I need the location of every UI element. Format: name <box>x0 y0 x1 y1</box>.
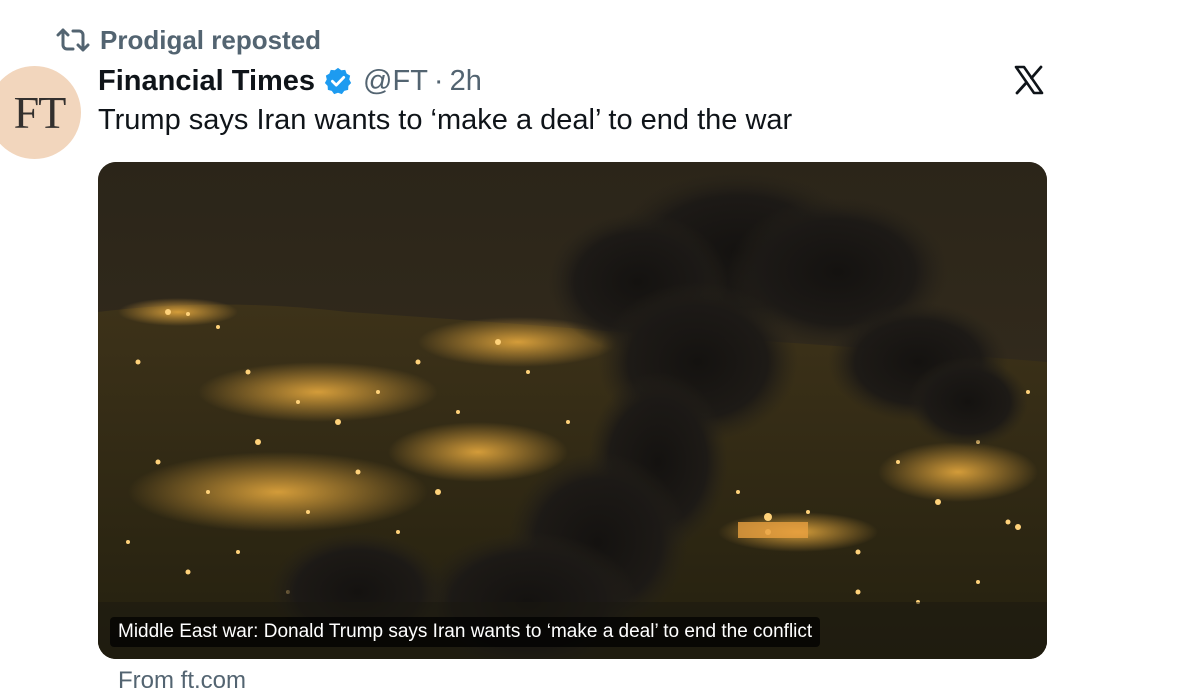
x-logo-icon <box>1013 64 1045 96</box>
link-card[interactable]: Middle East war: Donald Trump says Iran … <box>98 162 1047 659</box>
repost-icon <box>56 27 90 53</box>
verified-badge-icon <box>323 66 353 96</box>
news-photo <box>98 162 1047 659</box>
repost-indicator[interactable]: Prodigal reposted <box>56 22 321 58</box>
link-source[interactable]: From ft.com <box>118 667 246 695</box>
separator-dot: · <box>433 64 444 97</box>
author-name[interactable]: Financial Times <box>98 65 315 98</box>
tweet-text: Trump says Iran wants to ‘make a deal’ t… <box>98 104 793 136</box>
repost-text[interactable]: Prodigal reposted <box>100 25 321 56</box>
tweet-header: Financial Times @FT · 2h <box>98 60 482 102</box>
avatar[interactable]: FT <box>0 66 81 159</box>
post-timestamp[interactable]: 2h <box>450 65 482 98</box>
card-caption[interactable]: Middle East war: Donald Trump says Iran … <box>110 617 821 647</box>
avatar-logo: FT <box>13 87 67 138</box>
author-handle[interactable]: @FT <box>363 65 428 98</box>
